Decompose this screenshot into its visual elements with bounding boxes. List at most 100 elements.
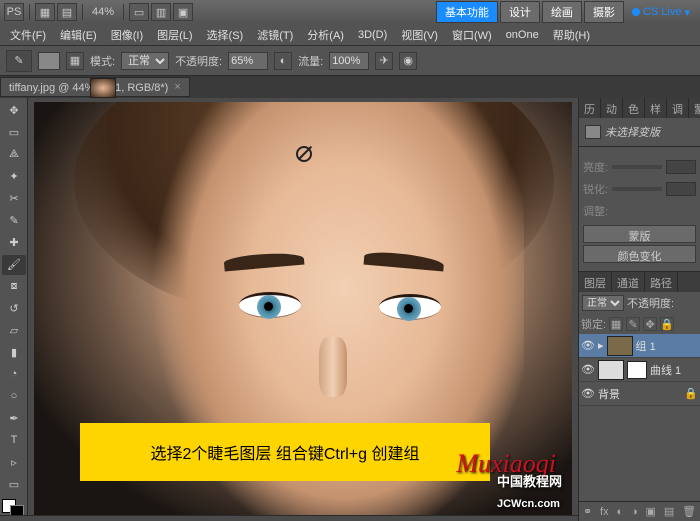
adj-value-2[interactable] [666,182,696,196]
eyedropper-tool[interactable]: ✎ [2,211,26,231]
dodge-tool[interactable]: ○ [2,386,26,406]
menu-help[interactable]: 帮助(H) [547,25,596,45]
opacity-input[interactable] [228,52,268,70]
opacity-pressure-icon[interactable]: ◐ [274,52,292,70]
current-tool-icon[interactable]: ✎ [6,50,32,72]
tablet-pressure-icon[interactable]: ◉ [399,52,417,70]
layer-name: 背景 [598,386,620,402]
zoom-readout[interactable]: 44% [88,6,118,18]
ps-logo[interactable]: PS [4,3,24,21]
eraser-tool[interactable]: ▱ [2,321,26,341]
menu-filter[interactable]: 滤镜(T) [251,25,299,45]
lock-pos-icon[interactable]: ✥ [643,317,657,331]
workspace-design[interactable]: 设计 [500,1,540,23]
layer-name: 曲线 1 [650,362,681,378]
canvas-area[interactable]: 选择2个睫毛图层 组合键Ctrl+g 创建组 Muxiaoqi 中国教程网 JC… [28,98,578,521]
curves-thumb [598,360,624,380]
menu-layer[interactable]: 图层(L) [151,25,198,45]
tab-channels[interactable]: 通道 [612,272,645,292]
airbrush-icon[interactable]: ✈ [375,52,393,70]
tab-history[interactable]: 历史 [579,98,601,118]
tab-mask[interactable]: 蒙 [689,98,700,118]
tab-layers[interactable]: 图层 [579,272,612,292]
visibility-icon[interactable]: 👁 [581,363,595,377]
visibility-icon[interactable]: 👁 [581,339,595,353]
screen-mode-icon[interactable]: ▣ [173,3,193,21]
workspace-basic[interactable]: 基本功能 [436,1,498,23]
menu-file[interactable]: 文件(F) [4,25,52,45]
layer-background[interactable]: 👁 背景 🔒 [579,382,700,406]
path-tool[interactable]: ▹ [2,452,26,472]
visibility-icon[interactable]: 👁 [581,387,595,401]
marquee-tool[interactable]: ▭ [2,123,26,143]
minibridge-icon[interactable]: ▤ [57,3,77,21]
wand-tool[interactable]: ✦ [2,167,26,187]
adj-btn-mask[interactable]: 蒙版 [583,225,696,243]
adj-add-icon[interactable]: ◑ [631,506,638,518]
view-extras-icon[interactable]: ▭ [129,3,149,21]
gradient-tool[interactable]: ▮ [2,342,26,362]
arrange-docs-icon[interactable]: ▥ [151,3,171,21]
layer-blend-select[interactable]: 正常 [582,295,624,311]
blur-tool[interactable]: ◔ [2,364,26,384]
crop-tool[interactable]: ✂ [2,189,26,209]
trash-icon[interactable]: 🗑 [682,505,696,518]
lock-pixel-icon[interactable]: ✎ [626,317,640,331]
adj-value-1[interactable] [666,160,696,174]
tab-styles[interactable]: 样式 [645,98,667,118]
workspace-photo[interactable]: 摄影 [584,1,624,23]
shape-tool[interactable]: ▭ [2,474,26,494]
history-panel-tabs: 历史 动作 色板 样式 调整 蒙 [579,98,700,118]
tab-actions[interactable]: 动作 [601,98,623,118]
mask-add-icon[interactable]: ◐ [616,506,623,518]
fx-icon[interactable]: fx [600,506,609,518]
menu-select[interactable]: 选择(S) [201,25,250,45]
flow-input[interactable] [329,52,369,70]
lock-all-icon[interactable]: 🔒 [660,317,674,331]
move-tool[interactable]: ✥ [2,101,26,121]
menu-analysis[interactable]: 分析(A) [301,25,350,45]
lock-trans-icon[interactable]: ▦ [609,317,623,331]
brush-panel-icon[interactable]: ▦ [66,52,84,70]
adj-slider-1[interactable] [612,165,662,169]
mask-thumb[interactable] [627,361,647,379]
tutorial-caption: 选择2个睫毛图层 组合键Ctrl+g 创建组 [80,423,490,481]
cslive-menu[interactable]: CS Live ▾ [626,6,696,19]
brush-preset[interactable] [38,52,60,70]
close-tab-icon[interactable]: × [174,81,180,93]
bridge-icon[interactable]: ▦ [35,3,55,21]
menu-window[interactable]: 窗口(W) [446,25,498,45]
blend-mode-select[interactable]: 正常 [121,52,169,70]
lasso-tool[interactable]: ⟁ [2,145,26,165]
tab-title: tiffany.jpg @ 44% (组 1, RGB/8*) [9,79,168,95]
tab-paths[interactable]: 路径 [645,272,678,292]
tab-adjust[interactable]: 调整 [667,98,689,118]
menu-view[interactable]: 视图(V) [395,25,444,45]
group-add-icon[interactable]: ▣ [646,505,656,518]
layer-curves-1[interactable]: 👁 曲线 1 [579,358,700,382]
menu-edit[interactable]: 编辑(E) [54,25,103,45]
adj-label-1: 亮度: [583,159,608,175]
menu-onone[interactable]: onOne [500,27,545,43]
heal-tool[interactable]: ✚ [2,233,26,253]
new-layer-icon[interactable]: ▤ [664,505,674,518]
tab-swatches[interactable]: 色板 [623,98,645,118]
history-brush-tool[interactable]: ↺ [2,299,26,319]
adj-btn-color[interactable]: 颜色变化 [583,245,696,263]
menu-3d[interactable]: 3D(D) [352,27,393,43]
type-tool[interactable]: T [2,430,26,450]
layer-group-1[interactable]: 👁 ▸ 组 1 [579,334,700,358]
bg-thumb [90,78,116,98]
link-icon[interactable]: ⚭ [583,505,592,518]
mask-selection[interactable]: 未选择变版 [583,122,696,142]
workspace-paint[interactable]: 绘画 [542,1,582,23]
adj-slider-2[interactable] [612,187,662,191]
pen-tool[interactable]: ✒ [2,408,26,428]
brush-tool[interactable]: 🖌 [2,255,26,275]
stamp-tool[interactable]: ⧇ [2,277,26,297]
menubar: 文件(F) 编辑(E) 图像(I) 图层(L) 选择(S) 滤镜(T) 分析(A… [0,24,700,46]
menu-image[interactable]: 图像(I) [105,25,149,45]
document-image: 选择2个睫毛图层 组合键Ctrl+g 创建组 Muxiaoqi 中国教程网 JC… [34,102,572,515]
layers-footer: ⚭ fx ◐ ◑ ▣ ▤ 🗑 [579,501,700,521]
expand-icon[interactable]: ▸ [598,339,604,352]
